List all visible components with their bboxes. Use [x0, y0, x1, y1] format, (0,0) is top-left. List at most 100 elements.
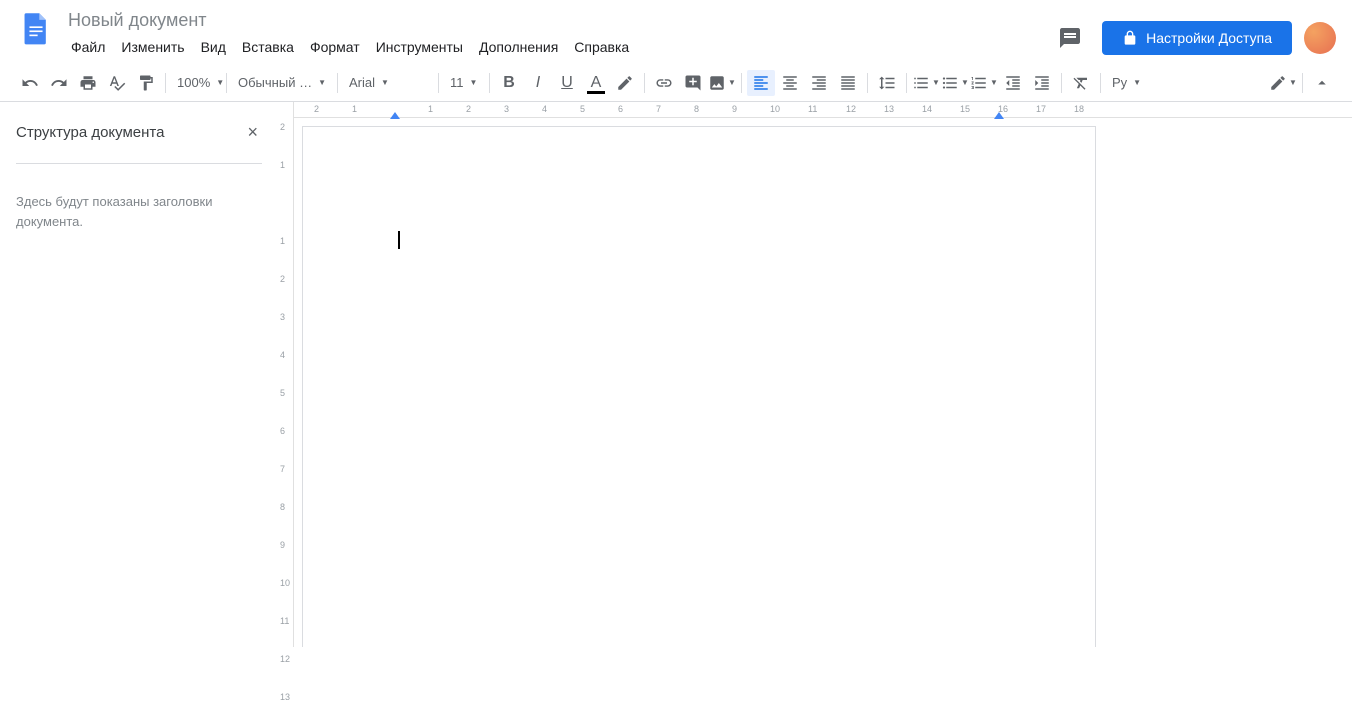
insert-image-button[interactable]: ▼ — [708, 70, 736, 96]
ruler-tick: 5 — [280, 388, 285, 398]
align-left-button[interactable] — [747, 70, 775, 96]
ruler-tick: 2 — [466, 104, 471, 114]
ruler-tick: 18 — [1074, 104, 1084, 114]
document-page[interactable] — [302, 126, 1096, 647]
separator — [1302, 73, 1303, 93]
add-comment-button[interactable] — [679, 70, 707, 96]
ruler-tick: 7 — [280, 464, 285, 474]
menu-insert[interactable]: Вставка — [235, 35, 301, 59]
document-title[interactable]: Новый документ — [64, 8, 1050, 33]
outline-header: Структура документа × — [16, 118, 262, 164]
ruler-tick: 14 — [922, 104, 932, 114]
paint-format-button[interactable] — [132, 70, 160, 96]
ruler-tick: 3 — [280, 312, 285, 322]
close-icon[interactable]: × — [243, 118, 262, 147]
menu-view[interactable]: Вид — [194, 35, 233, 59]
print-button[interactable] — [74, 70, 102, 96]
ruler-tick: 2 — [314, 104, 319, 114]
menu-edit[interactable]: Изменить — [114, 35, 191, 59]
italic-button[interactable]: I — [524, 70, 552, 96]
separator — [165, 73, 166, 93]
header-right: Настройки Доступа — [1050, 8, 1336, 58]
indent-marker-left[interactable] — [390, 112, 400, 119]
ruler-tick: 13 — [884, 104, 894, 114]
ruler-tick: 10 — [280, 578, 290, 588]
ruler-tick: 8 — [694, 104, 699, 114]
ruler-tick: 9 — [280, 540, 285, 550]
redo-button[interactable] — [45, 70, 73, 96]
ruler-tick: 1 — [280, 160, 285, 170]
separator — [741, 73, 742, 93]
separator — [489, 73, 490, 93]
align-center-button[interactable] — [776, 70, 804, 96]
separator — [644, 73, 645, 93]
spellcheck-button[interactable] — [103, 70, 131, 96]
ruler-tick: 11 — [280, 616, 289, 626]
separator — [906, 73, 907, 93]
ruler-tick: 2 — [280, 122, 285, 132]
ruler-tick: 10 — [770, 104, 780, 114]
underline-button[interactable]: U — [553, 70, 581, 96]
avatar[interactable] — [1304, 22, 1336, 54]
input-tools-dropdown[interactable]: Ру▼ — [1106, 70, 1147, 96]
ruler-tick: 7 — [656, 104, 661, 114]
font-size-dropdown[interactable]: 11▼ — [444, 70, 484, 96]
menu-file[interactable]: Файл — [64, 35, 112, 59]
outline-empty-text: Здесь будут показаны заголовки документа… — [16, 192, 262, 231]
comments-button[interactable] — [1050, 18, 1090, 58]
decrease-indent-button[interactable] — [999, 70, 1027, 96]
text-color-button[interactable]: A — [582, 70, 610, 96]
align-justify-button[interactable] — [834, 70, 862, 96]
horizontal-ruler[interactable]: 21123456789101112131415161718 — [294, 102, 1352, 118]
editing-mode-button[interactable]: ▼ — [1269, 70, 1297, 96]
bulleted-list-button[interactable]: ▼ — [941, 70, 969, 96]
ruler-tick: 1 — [428, 104, 433, 114]
menu-tools[interactable]: Инструменты — [369, 35, 470, 59]
ruler-tick: 12 — [280, 654, 290, 664]
font-dropdown[interactable]: Arial▼ — [343, 70, 433, 96]
zoom-dropdown[interactable]: 100%▼ — [171, 70, 221, 96]
numbered-list-button[interactable]: ▼ — [970, 70, 998, 96]
separator — [226, 73, 227, 93]
hide-menus-button[interactable] — [1308, 70, 1336, 96]
docs-logo-icon[interactable] — [16, 8, 56, 48]
ruler-tick: 1 — [352, 104, 357, 114]
ruler-tick: 6 — [280, 426, 285, 436]
separator — [337, 73, 338, 93]
ruler-tick: 13 — [280, 692, 290, 702]
align-right-button[interactable] — [805, 70, 833, 96]
vertical-ruler[interactable]: 2112345678910111213 — [278, 102, 294, 647]
ruler-tick: 12 — [846, 104, 856, 114]
menu-format[interactable]: Формат — [303, 35, 367, 59]
ruler-tick: 5 — [580, 104, 585, 114]
menubar: Файл Изменить Вид Вставка Формат Инструм… — [64, 35, 1050, 59]
outline-title: Структура документа — [16, 124, 164, 141]
ruler-tick: 8 — [280, 502, 285, 512]
ruler-tick: 6 — [618, 104, 623, 114]
clear-formatting-button[interactable] — [1067, 70, 1095, 96]
insert-link-button[interactable] — [650, 70, 678, 96]
ruler-tick: 16 — [998, 104, 1008, 114]
title-area: Новый документ Файл Изменить Вид Вставка… — [64, 8, 1050, 59]
ruler-tick: 15 — [960, 104, 970, 114]
separator — [438, 73, 439, 93]
style-dropdown[interactable]: Обычный …▼ — [232, 70, 332, 96]
ruler-tick: 2 — [280, 274, 285, 284]
ruler-tick: 4 — [542, 104, 547, 114]
editor-area: 2112345678910111213 21123456789101112131… — [278, 102, 1352, 647]
share-button[interactable]: Настройки Доступа — [1102, 21, 1292, 55]
main: Структура документа × Здесь будут показа… — [0, 102, 1352, 647]
highlight-button[interactable] — [611, 70, 639, 96]
checklist-button[interactable]: ▼ — [912, 70, 940, 96]
share-button-label: Настройки Доступа — [1146, 30, 1272, 46]
bold-button[interactable]: B — [495, 70, 523, 96]
text-cursor — [398, 231, 400, 249]
menu-addons[interactable]: Дополнения — [472, 35, 565, 59]
increase-indent-button[interactable] — [1028, 70, 1056, 96]
separator — [867, 73, 868, 93]
outline-panel: Структура документа × Здесь будут показа… — [0, 102, 278, 647]
line-spacing-button[interactable] — [873, 70, 901, 96]
header: Новый документ Файл Изменить Вид Вставка… — [0, 0, 1352, 64]
menu-help[interactable]: Справка — [567, 35, 636, 59]
undo-button[interactable] — [16, 70, 44, 96]
